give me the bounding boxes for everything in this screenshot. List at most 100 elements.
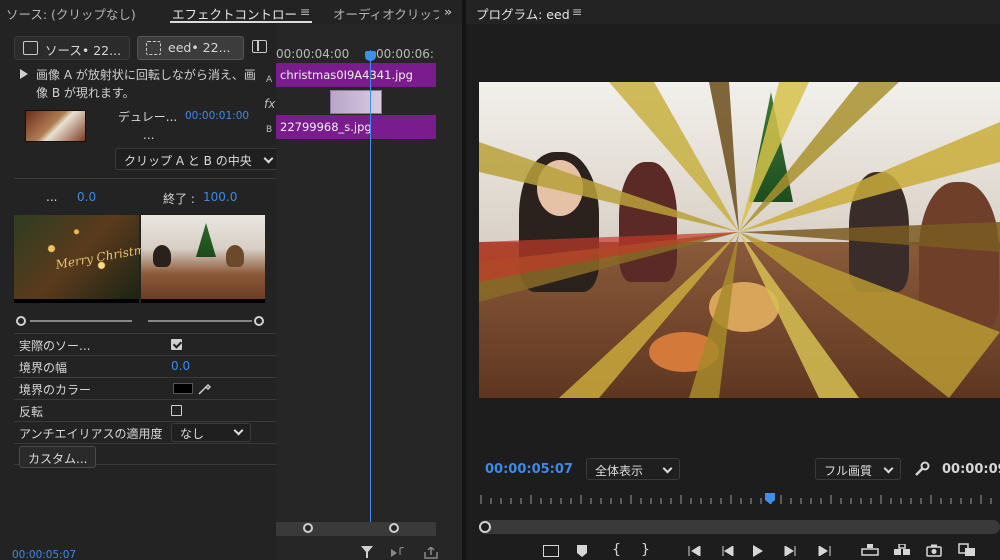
left-tab-bar: ソース: (クリップなし) エフェクトコントロー ≡ オーディオクリップ » bbox=[0, 0, 462, 24]
end-slider-track[interactable] bbox=[148, 320, 252, 322]
go-to-out-icon[interactable] bbox=[815, 546, 831, 556]
scroll-handle-left[interactable] bbox=[303, 523, 313, 533]
ruler-time-right: 00:00:06: bbox=[376, 47, 434, 61]
duration-label: デュレー... bbox=[118, 110, 178, 124]
clip-a-name: christmas0I9A4341.jpg bbox=[280, 68, 413, 82]
preview-b-image bbox=[141, 215, 265, 303]
program-time-ruler[interactable] bbox=[479, 492, 1000, 506]
property-label: アンチエイリアスの適用度 bbox=[19, 427, 163, 441]
program-menu-icon[interactable]: ≡ bbox=[572, 4, 582, 19]
mark-out-icon[interactable]: } bbox=[641, 542, 650, 558]
tabs-overflow-icon[interactable]: » bbox=[444, 4, 452, 19]
alignment-value: クリップ A と B の中央 bbox=[124, 154, 252, 168]
transition-description: 画像 A が放射状に回転しながら消え、画像 B が現れます。 bbox=[36, 68, 256, 100]
clip-tab-sequence-label: eed• 22... bbox=[168, 40, 231, 55]
track-b-label: B bbox=[266, 125, 273, 135]
mark-in-icon[interactable]: { bbox=[612, 542, 621, 558]
property-row-border-width: 境界の幅 0.0 bbox=[14, 355, 276, 377]
alignment-dropdown[interactable]: クリップ A と B の中央 bbox=[115, 148, 281, 170]
toggle-timeline-view-icon[interactable] bbox=[252, 40, 267, 53]
zoom-level-value: 全体表示 bbox=[595, 464, 644, 478]
tab-source[interactable]: ソース: (クリップなし) bbox=[6, 4, 136, 23]
anti-aliasing-dropdown[interactable]: なし bbox=[171, 423, 251, 442]
tab-menu-icon[interactable]: ≡ bbox=[300, 4, 310, 19]
clip-a[interactable]: christmas0I9A4341.jpg bbox=[276, 63, 436, 87]
person-shape bbox=[153, 245, 171, 267]
mini-timeline-ruler[interactable]: 00:00:04:00 00:00:06: bbox=[276, 44, 436, 64]
chevron-down-icon bbox=[662, 463, 673, 474]
start-slider-knob[interactable] bbox=[16, 316, 26, 326]
scroll-handle-left[interactable] bbox=[479, 521, 491, 533]
timeline-playhead[interactable] bbox=[370, 50, 371, 522]
clip-b[interactable]: 22799968_s.jpg bbox=[276, 115, 436, 139]
anti-aliasing-value: なし bbox=[180, 427, 205, 441]
scroll-handle-right[interactable] bbox=[389, 523, 399, 533]
end-value[interactable]: 100.0 bbox=[203, 190, 237, 204]
transition-thumbnail bbox=[25, 110, 86, 142]
radial-wipe-overlay bbox=[479, 82, 1000, 398]
property-label: 境界の幅 bbox=[19, 361, 68, 375]
clip-tab-sequence[interactable]: eed• 22... bbox=[137, 36, 244, 60]
chevron-down-icon bbox=[233, 425, 244, 436]
go-to-in-icon[interactable] bbox=[688, 546, 704, 556]
start-value[interactable]: 0.0 bbox=[77, 190, 96, 204]
chevron-down-icon bbox=[263, 153, 274, 164]
playback-resolution-value: フル画質 bbox=[824, 464, 873, 478]
alignment-label-ellipsis: ... bbox=[143, 128, 155, 142]
lift-icon[interactable] bbox=[861, 544, 879, 556]
reverse-checkbox[interactable] bbox=[171, 405, 182, 416]
property-row-custom: カスタム... bbox=[14, 443, 276, 468]
section-divider bbox=[14, 178, 276, 179]
person-shape bbox=[226, 245, 244, 267]
property-row-reverse: 反転 bbox=[14, 399, 276, 421]
property-row-border-color: 境界のカラー bbox=[14, 377, 276, 399]
program-current-timecode[interactable]: 00:00:05:07 bbox=[485, 462, 573, 477]
step-forward-icon[interactable] bbox=[783, 546, 797, 556]
step-back-icon[interactable] bbox=[721, 546, 735, 556]
duration-value[interactable]: 00:00:01:00 bbox=[185, 110, 249, 122]
playhead-handle[interactable] bbox=[365, 51, 376, 61]
play-audio-icon[interactable] bbox=[391, 547, 405, 559]
export-frame-icon[interactable] bbox=[926, 544, 942, 557]
program-monitor-header: プログラム: eed ≡ bbox=[466, 0, 1000, 24]
export-icon[interactable] bbox=[424, 547, 438, 559]
comparison-view-icon[interactable] bbox=[958, 543, 976, 557]
program-monitor-title[interactable]: プログラム: eed bbox=[476, 4, 570, 23]
program-zoom-scrollbar[interactable] bbox=[479, 520, 1000, 534]
clip-b-name: 22799968_s.jpg bbox=[280, 120, 372, 134]
play-icon[interactable] bbox=[752, 545, 764, 557]
program-playhead[interactable] bbox=[765, 493, 775, 504]
property-label: 境界のカラー bbox=[19, 383, 92, 397]
add-marker-icon[interactable] bbox=[577, 545, 587, 557]
eyedropper-icon[interactable] bbox=[198, 381, 212, 395]
actual-source-checkbox[interactable] bbox=[171, 339, 182, 350]
mini-timeline-scrollbar[interactable] bbox=[276, 522, 436, 536]
property-row-actual-source: 実際のソー... bbox=[14, 333, 276, 355]
filter-icon[interactable] bbox=[361, 546, 373, 558]
effect-controls-timecode[interactable]: 00:00:05:07 bbox=[12, 549, 76, 560]
border-width-value[interactable]: 0.0 bbox=[171, 359, 190, 373]
custom-button[interactable]: カスタム... bbox=[19, 446, 97, 468]
source-clip-icon bbox=[23, 41, 38, 55]
end-label: 終了 : bbox=[163, 192, 195, 206]
property-label: 反転 bbox=[19, 405, 44, 419]
end-slider-knob[interactable] bbox=[254, 316, 264, 326]
start-slider-track[interactable] bbox=[30, 320, 132, 322]
zoom-level-dropdown[interactable]: 全体表示 bbox=[586, 458, 680, 480]
play-transition-preview-icon[interactable] bbox=[20, 69, 28, 79]
chevron-down-icon bbox=[883, 463, 894, 474]
clip-tab-source[interactable]: ソース• 22... bbox=[14, 36, 130, 60]
sequence-duration-timecode: 00:00:09 bbox=[942, 462, 1000, 477]
tree-shape bbox=[196, 223, 216, 257]
program-video-frame bbox=[479, 82, 1000, 398]
tab-audio-clip-mixer[interactable]: オーディオクリップ bbox=[333, 4, 439, 23]
extract-icon[interactable] bbox=[893, 544, 911, 556]
wrench-icon[interactable] bbox=[914, 461, 930, 477]
border-color-swatch[interactable] bbox=[173, 383, 193, 394]
track-a-label: A bbox=[266, 75, 273, 85]
start-label: ... bbox=[46, 190, 58, 204]
clip-tab-strip: ソース• 22... eed• 22... bbox=[14, 36, 276, 62]
safe-margins-icon[interactable] bbox=[543, 545, 559, 557]
transition-block[interactable] bbox=[330, 90, 382, 114]
playback-resolution-dropdown[interactable]: フル画質 bbox=[815, 458, 901, 480]
